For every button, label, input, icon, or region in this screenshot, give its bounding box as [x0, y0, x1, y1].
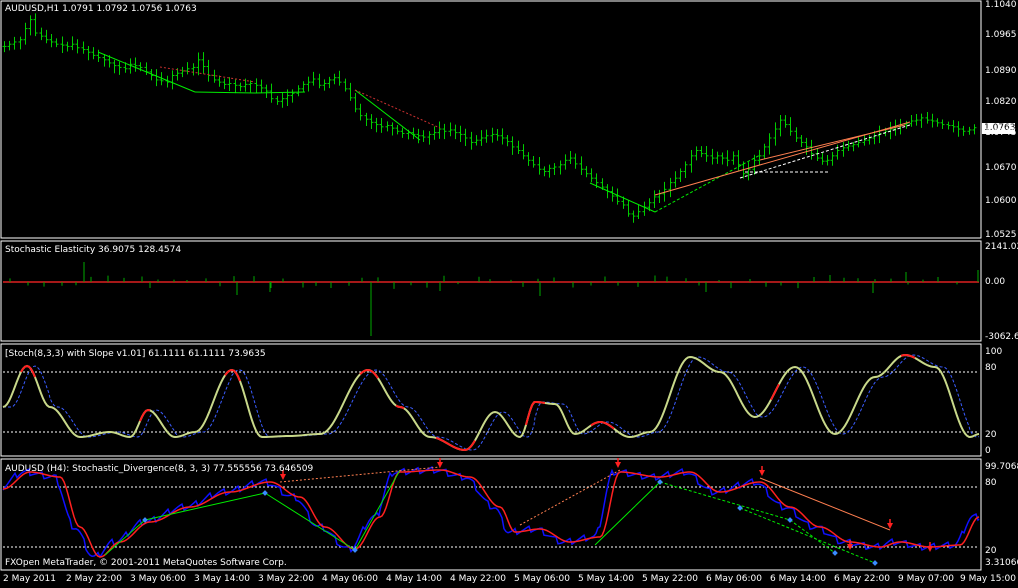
time-label: 9 May 15:00 — [960, 574, 1016, 584]
elasticity-plot — [3, 262, 979, 336]
time-label: 4 May 14:00 — [386, 574, 442, 584]
time-label: 3 May 06:00 — [130, 574, 186, 584]
trend-line — [159, 66, 256, 83]
div-arrow-down-icon — [759, 470, 765, 476]
time-label: 9 May 07:00 — [898, 574, 954, 584]
stoch-slope-segment — [395, 404, 405, 410]
div-green-line — [264, 492, 356, 551]
div-green-line — [594, 481, 661, 546]
div-trend-line — [759, 477, 891, 531]
elasticity-zero-label: 0.00 — [985, 277, 1006, 287]
div-marker-diamond — [832, 550, 838, 556]
stoch-main-line — [2, 353, 980, 452]
copyright-text: FXOpen MetaTrader, © 2001-2011 MetaQuote… — [5, 558, 287, 568]
price-label: 1.0890 — [985, 66, 1017, 76]
trend-line — [97, 51, 196, 93]
trend-line — [739, 124, 911, 179]
elasticity-panel-frame — [0, 240, 982, 342]
stoch-label-100: 100 — [985, 347, 1003, 357]
stoch-slope-segment — [525, 400, 546, 426]
elasticity-min-label: -3062.69 — [985, 332, 1018, 342]
time-label: 2 May 2011 — [3, 574, 56, 584]
main-panel-frame — [0, 0, 982, 239]
price-label: 1.0670 — [985, 163, 1017, 173]
div-arrow-down-icon — [887, 523, 893, 529]
div-marker-diamond — [262, 490, 268, 496]
price-label: 1.0820 — [985, 97, 1017, 107]
divergence-title: AUDUSD (H4): Stochastic_Divergence(8, 3,… — [5, 464, 314, 474]
div-label-20: 20 — [985, 546, 997, 556]
price-label: 1.0965 — [985, 30, 1017, 40]
time-label: 6 May 22:00 — [834, 574, 890, 584]
div-signal-line — [2, 465, 980, 559]
time-label: 6 May 06:00 — [706, 574, 762, 584]
time-label: 3 May 14:00 — [194, 574, 250, 584]
div-arrow-down-icon — [437, 462, 443, 468]
stoch-signal-line — [3, 354, 980, 451]
stoch-label-80: 80 — [985, 363, 997, 373]
time-label: 2 May 22:00 — [66, 574, 122, 584]
price-label: 1.0600 — [985, 196, 1017, 206]
price-label: 1.1040 — [985, 0, 1017, 10]
time-label: 5 May 06:00 — [514, 574, 570, 584]
stoch-slope-segment — [359, 368, 379, 379]
trading-chart[interactable] — [0, 0, 1018, 588]
div-arrow-down-icon — [927, 546, 933, 552]
trend-line — [194, 91, 256, 94]
stoch-label-0: 0 — [985, 446, 991, 456]
stoch-label-20: 20 — [985, 430, 997, 440]
elasticity-title: Stochastic Elasticity 36.9075 128.4574 — [5, 245, 182, 255]
div-main-line — [2, 469, 980, 558]
stoch-panel-frame — [0, 343, 982, 457]
div-green-line — [144, 492, 266, 521]
price-bars — [2, 13, 977, 223]
time-label: 4 May 22:00 — [450, 574, 506, 584]
time-label: 5 May 14:00 — [578, 574, 634, 584]
trend-line — [589, 182, 656, 213]
price-label: 1.0745 — [985, 128, 1017, 138]
div-marker-diamond — [872, 560, 878, 566]
stoch-plot — [2, 353, 980, 452]
div-label-min: 3.31066 — [985, 558, 1018, 568]
time-label: 3 May 22:00 — [258, 574, 314, 584]
stoch-slope-segment — [770, 383, 780, 401]
div-arrow-down-icon — [615, 462, 621, 468]
time-label: 6 May 14:00 — [770, 574, 826, 584]
div-green-line — [354, 469, 401, 551]
trendlines — [97, 51, 911, 213]
time-label: 5 May 22:00 — [642, 574, 698, 584]
div-green-line — [104, 519, 146, 556]
stoch-slope-segment — [590, 420, 615, 430]
div-label-max: 99.7068 — [985, 462, 1018, 472]
elasticity-max-label: 2141.02 — [985, 242, 1018, 252]
price-label: 1.0525 — [985, 230, 1017, 240]
time-label: 4 May 06:00 — [322, 574, 378, 584]
div-label-80: 80 — [985, 478, 997, 488]
main-panel-title: AUDUSD,H1 1.0791 1.0792 1.0756 1.0763 — [5, 4, 197, 14]
stoch-title: [Stoch(8,3,3) with Slope v1.01] 61.1111 … — [5, 349, 266, 359]
